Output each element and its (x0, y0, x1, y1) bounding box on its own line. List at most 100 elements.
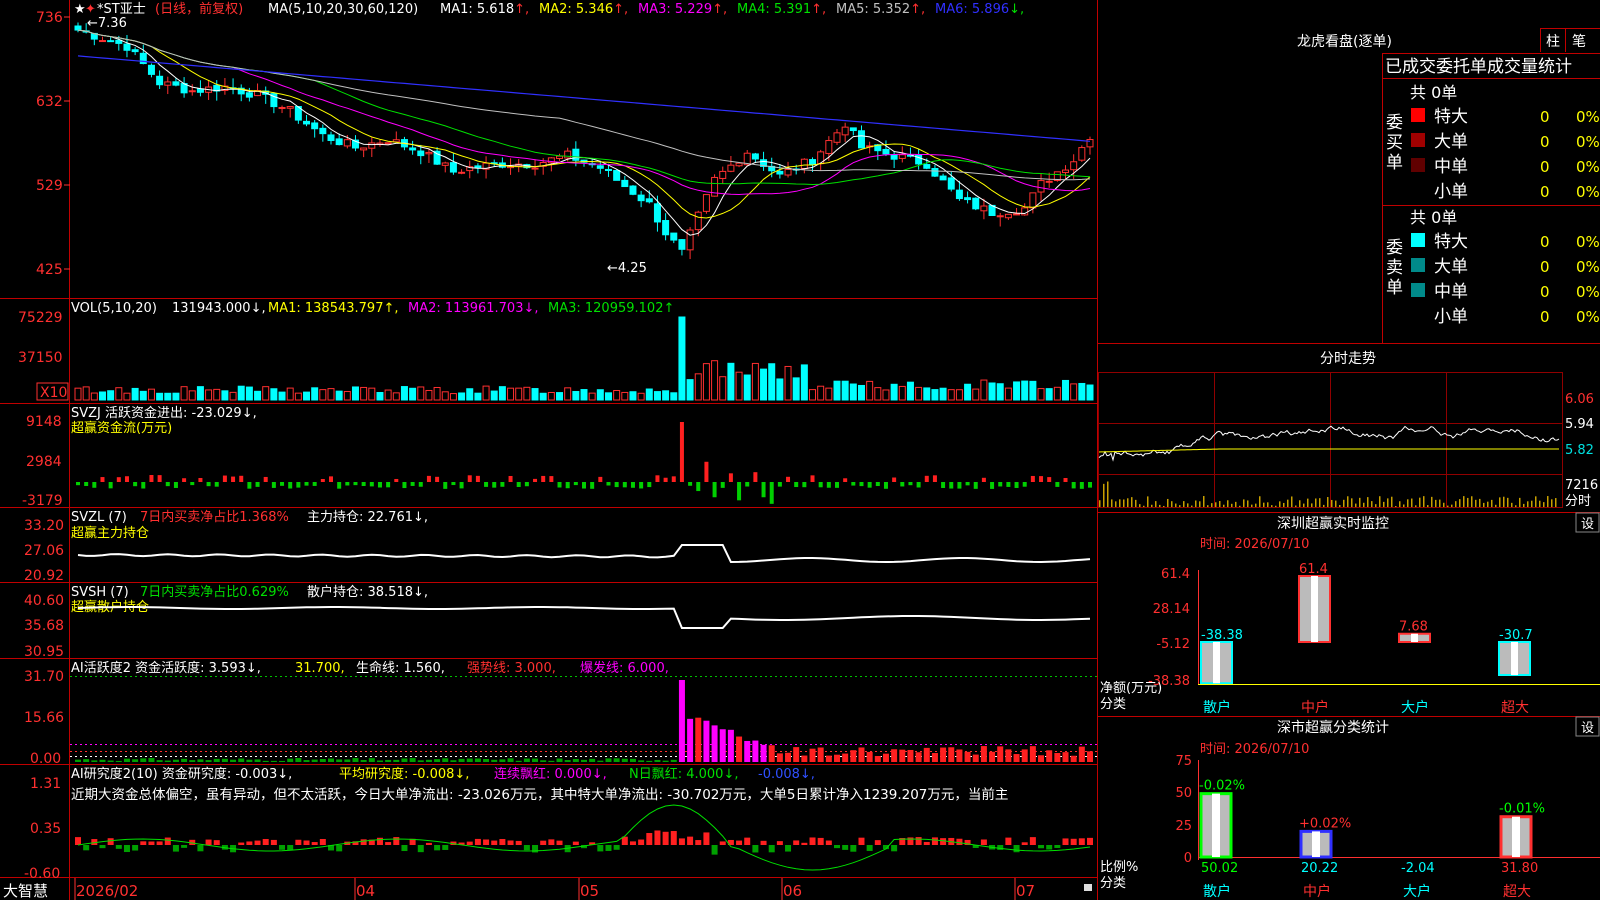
research-bar (254, 840, 261, 845)
monitor-settings-label[interactable]: 设 (1581, 517, 1594, 532)
research-bar (1062, 838, 1069, 845)
candle-body (319, 127, 327, 135)
ai-active-tick: 31.70 (24, 669, 64, 685)
flow-bar (810, 475, 815, 482)
column-view-button[interactable]: 柱 (1546, 34, 1560, 50)
x-axis-ticks (74, 878, 1016, 900)
intraday-vol-bar (1295, 505, 1297, 507)
research-bar (915, 837, 922, 845)
intraday-tick: 5.82 (1565, 443, 1594, 458)
monitor-bar-highlight (1411, 633, 1418, 642)
volume-bars[interactable] (74, 316, 1094, 401)
flow-bar (1047, 477, 1052, 482)
order-pct: 0% (1576, 233, 1600, 251)
intraday-vol-bar (1123, 499, 1125, 507)
candle-body (915, 154, 923, 165)
activity-bar (940, 747, 947, 762)
research-bar (662, 831, 669, 845)
candlestick-chart[interactable] (74, 22, 1094, 260)
volume-bar (1070, 383, 1078, 401)
flow-bar (826, 482, 831, 488)
flow-bar (622, 482, 627, 488)
activity-bar (262, 760, 269, 762)
volume-bar (1086, 384, 1094, 401)
monitor-category-label: 散户 (1203, 699, 1231, 716)
intraday-vol-bar (1179, 505, 1181, 507)
volume-bar (229, 391, 237, 401)
research-bar (75, 837, 81, 845)
research-bar (311, 842, 318, 845)
volume-bar (425, 389, 433, 401)
volume-bar (662, 390, 670, 401)
flow-bar (728, 473, 733, 482)
volume-bar (1045, 388, 1053, 401)
order-type: 特大 (1434, 232, 1468, 252)
flow-bar (418, 482, 423, 487)
volume-bar (719, 376, 727, 401)
activity-bar (556, 758, 563, 762)
classify-settings-label[interactable]: 设 (1581, 721, 1594, 736)
flow-bar (720, 482, 725, 488)
color-swatch (1411, 233, 1425, 247)
activity-bar (662, 760, 669, 762)
order-pct: 0% (1576, 283, 1600, 301)
ma-line (77, 55, 1091, 142)
volume-bar (343, 391, 351, 401)
activity-bar (1021, 749, 1028, 762)
volume-bar (213, 388, 221, 401)
activity-bar (515, 760, 522, 762)
volume-bar (817, 385, 825, 401)
intraday-vol-bar (1131, 497, 1133, 507)
flow-bar (116, 477, 121, 482)
vol-ma1: MA1: 138543.797↑, (268, 301, 399, 316)
intraday-vol-bar (1347, 496, 1349, 507)
lock-icon[interactable] (1084, 884, 1092, 891)
activity-bar (328, 758, 334, 762)
sell-total: 共 0单 (1410, 208, 1457, 227)
intraday-vol-bar (1423, 496, 1425, 507)
activity-bar (646, 760, 653, 762)
flag-icon[interactable]: ✦ (85, 2, 96, 17)
volume-bar (409, 387, 417, 401)
candle-body (74, 25, 82, 31)
flow-bar (794, 482, 799, 488)
research-bar (874, 840, 881, 845)
volume-bar (564, 387, 572, 401)
flow-bar (280, 482, 285, 486)
x-label: 07 (1016, 882, 1035, 900)
flow-bar (198, 477, 203, 482)
lhb-stats-title: 已成交委托单成交量统计 (1385, 57, 1572, 77)
flow-bar (565, 482, 570, 489)
svzj-header: SVZJ 活跃资金进出: -23.029↓, (71, 405, 257, 421)
intraday-vol-bar (1207, 505, 1209, 507)
activity-bar (842, 753, 849, 762)
activity-bar (270, 760, 277, 762)
volume-bar (303, 391, 311, 401)
star-icon[interactable]: ★ (74, 2, 86, 17)
candle-body (719, 170, 727, 179)
activity-bar (238, 758, 245, 762)
color-swatch (1411, 258, 1425, 272)
candle-body (678, 239, 686, 250)
intraday-vol-bar (1519, 497, 1521, 507)
flow-bar (124, 476, 129, 482)
volume-bar (237, 385, 245, 401)
flow-bar (304, 482, 309, 486)
candle-body (164, 81, 172, 86)
intraday-vol-bar (1403, 504, 1405, 507)
flow-bar (426, 475, 431, 482)
activity-bar (254, 759, 261, 762)
tick-view-button[interactable]: 笔 (1572, 34, 1586, 50)
activity-bar (213, 758, 220, 762)
flow-bar (965, 482, 970, 486)
research-bar (425, 842, 432, 845)
candle-body (474, 165, 482, 169)
research-bar (834, 845, 840, 849)
research-bar (850, 845, 857, 852)
candle-body (311, 122, 319, 130)
intraday-vol-bar (1499, 497, 1501, 507)
intraday-vol-bar (1471, 496, 1473, 507)
ai-research-tick: -0.60 (24, 866, 60, 882)
research-bar (736, 840, 743, 845)
chart-period[interactable]: (日线，前复权) (155, 1, 243, 17)
